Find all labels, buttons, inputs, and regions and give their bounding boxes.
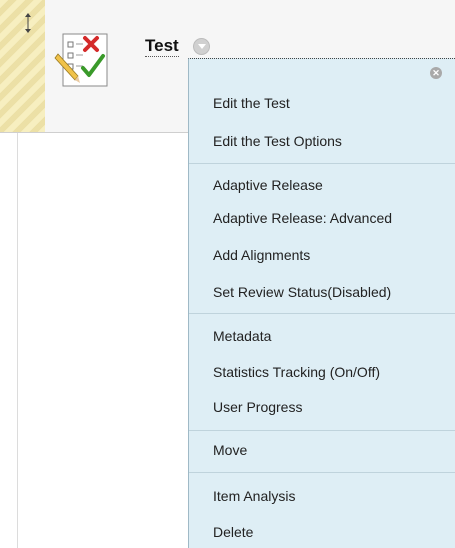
menu-item-statistics-tracking[interactable]: Statistics Tracking (On/Off) [213, 364, 380, 381]
menu-item-set-review-status[interactable]: Set Review Status(Disabled) [213, 284, 391, 301]
menu-item-metadata[interactable]: Metadata [213, 328, 271, 345]
reorder-arrows-icon[interactable] [24, 13, 32, 33]
item-title-link[interactable]: Test [145, 36, 179, 57]
test-checklist-icon [54, 33, 108, 87]
menu-item-delete[interactable]: Delete [213, 524, 253, 541]
menu-item-add-alignments[interactable]: Add Alignments [213, 247, 310, 264]
menu-separator [189, 472, 455, 473]
context-menu-trigger-icon[interactable] [193, 38, 210, 55]
menu-item-edit-test[interactable]: Edit the Test [213, 95, 290, 112]
menu-item-item-analysis[interactable]: Item Analysis [213, 488, 295, 505]
menu-item-adaptive-release[interactable]: Adaptive Release [213, 177, 323, 194]
menu-separator [189, 430, 455, 431]
menu-separator [189, 163, 455, 164]
menu-separator [189, 313, 455, 314]
menu-item-edit-test-options[interactable]: Edit the Test Options [213, 133, 342, 150]
context-menu: ✕ Edit the Test Edit the Test Options Ad… [188, 58, 455, 548]
drag-strip[interactable] [0, 0, 45, 132]
menu-item-user-progress[interactable]: User Progress [213, 399, 302, 416]
menu-item-move[interactable]: Move [213, 442, 247, 459]
menu-item-adaptive-release-advanced[interactable]: Adaptive Release: Advanced [213, 210, 392, 227]
close-circle-icon[interactable]: ✕ [430, 67, 442, 79]
